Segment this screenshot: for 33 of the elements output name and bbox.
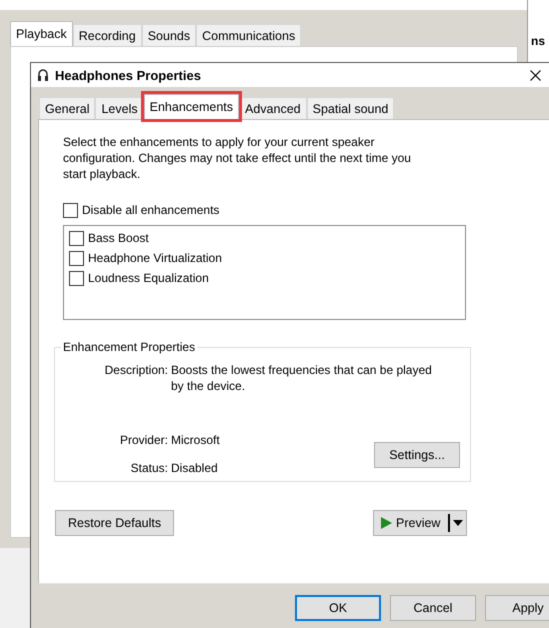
tab[interactable]: Advanced <box>239 97 307 119</box>
tab[interactable]: Playback <box>10 21 73 46</box>
dialog-title: Headphones Properties <box>55 68 201 82</box>
tab[interactable]: Spatial sound <box>306 97 394 119</box>
status-value: Disabled <box>171 460 219 476</box>
field-label: Description: <box>104 362 168 378</box>
dropdown-caret-icon[interactable] <box>453 520 463 526</box>
close-icon[interactable] <box>530 70 541 81</box>
play-icon <box>380 517 392 529</box>
checkbox[interactable]: Headphone Virtualization <box>69 249 222 267</box>
field-label: Provider: <box>118 432 168 448</box>
preview-button[interactable]: Preview <box>373 510 467 536</box>
group-title: Enhancement Properties <box>62 340 196 354</box>
headphones-icon <box>37 68 49 82</box>
window-title-fragment: ns <box>531 34 546 48</box>
dialog-button[interactable]: Cancel <box>390 595 476 621</box>
tab[interactable]: Enhancements <box>144 94 240 119</box>
field-label: Status: <box>130 460 168 476</box>
restore-defaults-button[interactable]: Restore Defaults <box>55 510 174 536</box>
instructions-text: Select the enhancements to apply for your current speaker configuration. Changes may not take effect until the next time you start playback. <box>63 134 412 182</box>
tab[interactable]: Recording <box>72 24 142 46</box>
description-text: Boosts the lowest frequencies that can be played by the device. <box>171 362 433 394</box>
tab[interactable]: Communications <box>196 24 302 46</box>
checkbox[interactable]: Bass Boost <box>69 229 149 247</box>
checkbox[interactable]: Loudness Equalization <box>69 269 209 287</box>
dialog-button[interactable]: OK <box>295 595 381 621</box>
settings-button[interactable]: Settings... <box>374 442 460 468</box>
tab[interactable]: General <box>39 97 96 119</box>
dialog-button[interactable]: Apply <box>485 595 549 621</box>
tab[interactable]: Levels <box>95 97 144 119</box>
checkbox[interactable]: Disable all enhancements <box>63 201 220 219</box>
provider-value: Microsoft <box>171 432 221 448</box>
tab[interactable]: Sounds <box>142 24 196 46</box>
